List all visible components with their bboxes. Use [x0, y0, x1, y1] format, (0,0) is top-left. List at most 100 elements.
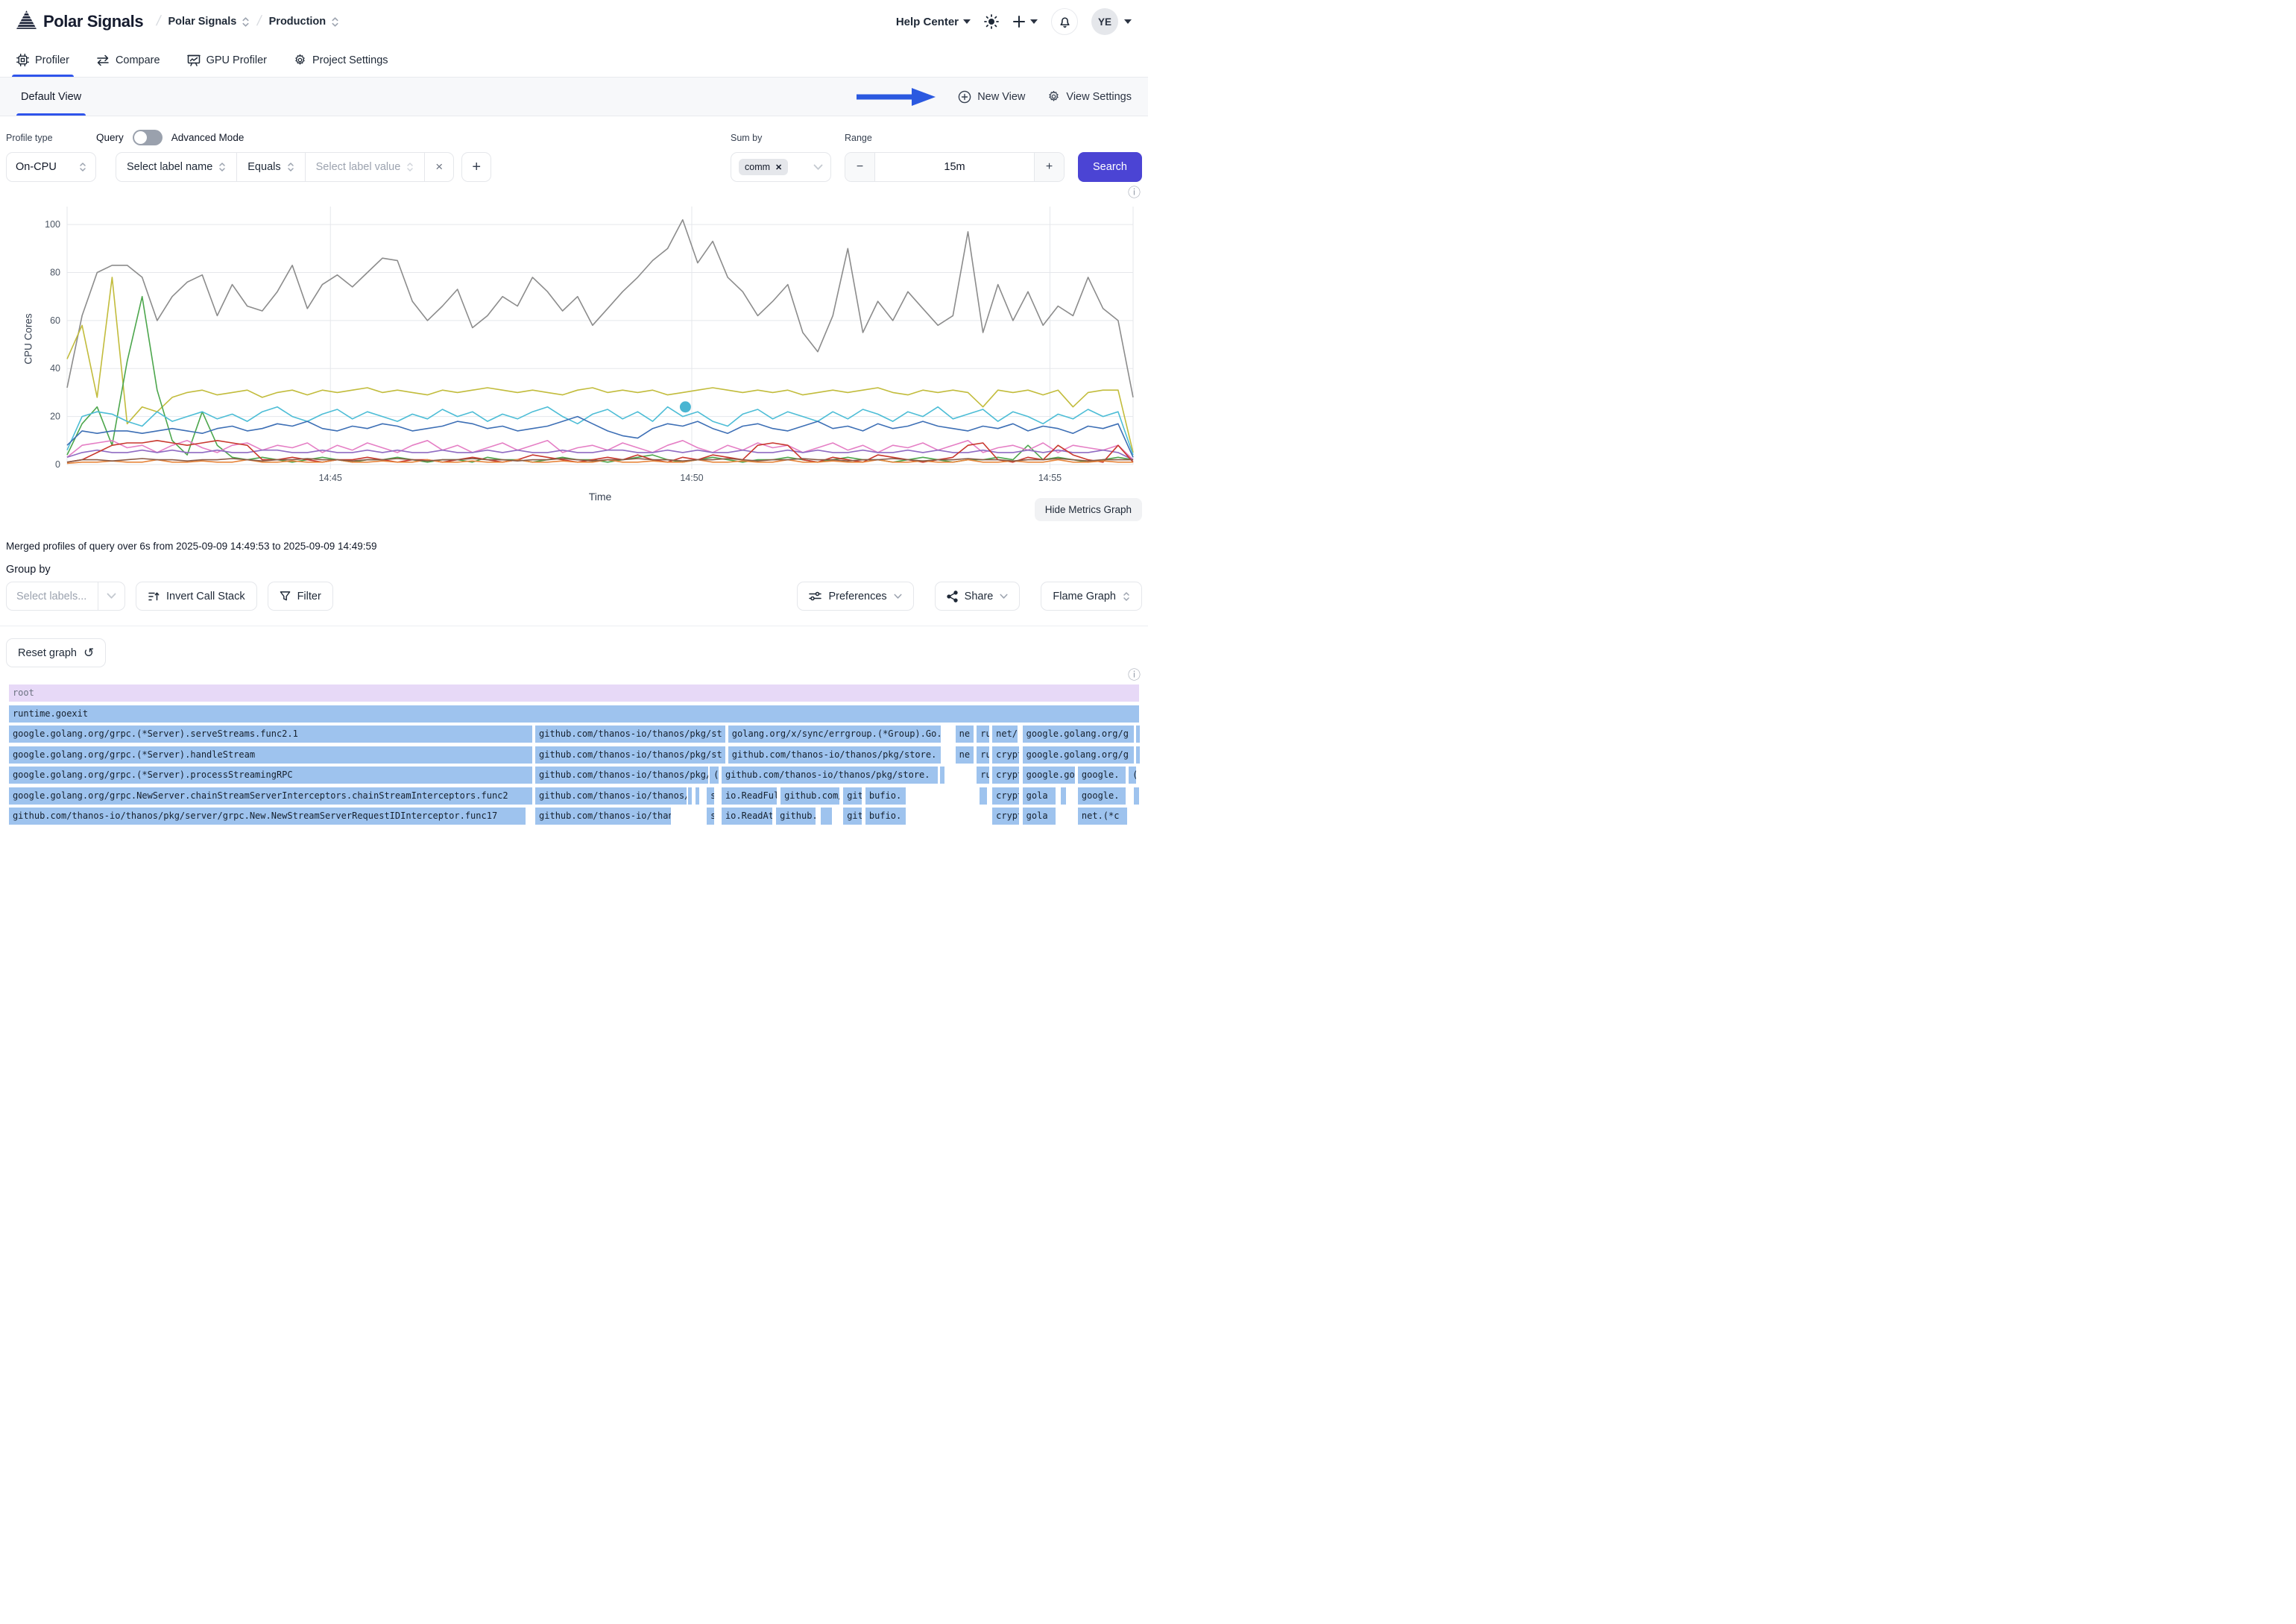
- flame-frame[interactable]: (: [1129, 767, 1136, 784]
- range-increase-button[interactable]: +: [1035, 153, 1064, 181]
- flame-frame[interactable]: github.com/thanos-io/thanos/pkg/server/g…: [9, 808, 526, 825]
- flame-frame[interactable]: ru: [977, 726, 989, 743]
- reset-graph-button[interactable]: Reset graph ↺: [6, 638, 106, 667]
- range-decrease-button[interactable]: −: [845, 153, 874, 181]
- label-name-select[interactable]: Select label name: [116, 153, 237, 181]
- flame-frame[interactable]: gola: [1023, 808, 1056, 825]
- flame-frame[interactable]: github.com/th: [780, 787, 839, 805]
- flame-frame[interactable]: google.: [1078, 787, 1126, 805]
- flame-frame[interactable]: github.com/thanos-io/thanos/pkg/store.: [722, 767, 938, 784]
- chip-close-icon[interactable]: ✕: [775, 163, 782, 172]
- flame-frame-sliver[interactable]: [696, 787, 699, 805]
- flame-frame[interactable]: ru: [977, 746, 989, 764]
- tab-compare[interactable]: Compare: [96, 43, 160, 77]
- clear-matcher-button[interactable]: ×: [425, 153, 453, 181]
- help-center-menu[interactable]: Help Center: [896, 16, 971, 28]
- flame-graph[interactable]: root runtime.goexit google.golang.org/grpc…: [6, 684, 1142, 825]
- info-icon[interactable]: ⓘ: [1128, 669, 1141, 682]
- flame-frame-sliver[interactable]: [688, 787, 692, 805]
- flame-frame[interactable]: github.com/thanos-io/thanos/p: [535, 787, 687, 805]
- theme-toggle-button[interactable]: [984, 14, 999, 29]
- flame-frame[interactable]: ne: [956, 746, 974, 764]
- range-value[interactable]: 15m: [874, 153, 1035, 181]
- chevron-down-icon: [894, 594, 902, 599]
- cpu-icon: [16, 54, 29, 66]
- notifications-button[interactable]: [1051, 8, 1078, 35]
- breadcrumb-org-selector[interactable]: Polar Signals: [168, 16, 250, 28]
- tab-default-view[interactable]: Default View: [16, 78, 86, 116]
- flame-frame-sliver[interactable]: [1061, 787, 1066, 805]
- flame-frame-sliver[interactable]: [821, 808, 832, 825]
- metrics-graph[interactable]: CPU Cores 02040608010014:4514:5014:55Tim…: [6, 202, 1142, 524]
- flame-frame[interactable]: google.golang.org/g: [1023, 726, 1135, 743]
- flame-frame[interactable]: google.golang.org/grpc.(*Server).serveSt…: [9, 726, 532, 743]
- advanced-mode-toggle[interactable]: [133, 130, 163, 145]
- flame-frame[interactable]: (: [710, 767, 719, 784]
- flame-frame[interactable]: google.golang.org/grpc.(*Server).process…: [9, 767, 532, 784]
- brand[interactable]: Polar Signals: [16, 10, 143, 33]
- hide-metrics-graph-button[interactable]: Hide Metrics Graph: [1035, 498, 1142, 521]
- flame-frame[interactable]: io.ReadAtLe: [722, 808, 772, 825]
- flame-frame[interactable]: root: [9, 684, 1139, 702]
- flame-frame[interactable]: google.go: [1023, 767, 1075, 784]
- flame-frame[interactable]: google.golang.org/grpc.NewServer.chainSt…: [9, 787, 532, 805]
- view-settings-button[interactable]: View Settings: [1047, 90, 1132, 103]
- flame-frame[interactable]: github.com/thanos-io/thanos/pkg/: [535, 767, 707, 784]
- tab-profiler[interactable]: Profiler: [16, 43, 69, 77]
- flame-frame-sliver[interactable]: [1136, 726, 1140, 743]
- flame-frame[interactable]: gola: [1023, 787, 1056, 805]
- flame-frame[interactable]: ne: [956, 726, 974, 743]
- sum-by-select[interactable]: comm ✕: [731, 152, 831, 182]
- flame-frame[interactable]: github.com/thanos-io/thanos/: [535, 808, 671, 825]
- flame-frame[interactable]: crypt: [992, 767, 1019, 784]
- flame-frame[interactable]: io.ReadFull: [722, 787, 777, 805]
- flame-frame[interactable]: google.: [1078, 767, 1126, 784]
- invert-call-stack-button[interactable]: Invert Call Stack: [136, 582, 257, 611]
- filter-button[interactable]: Filter: [268, 582, 333, 611]
- tab-gpu-profiler[interactable]: GPU Profiler: [187, 43, 267, 77]
- flame-frame-sliver[interactable]: [1136, 746, 1140, 764]
- flame-frame[interactable]: s: [707, 808, 714, 825]
- tab-project-settings[interactable]: Project Settings: [294, 43, 388, 77]
- profile-type-select[interactable]: On-CPU: [6, 152, 96, 182]
- search-button[interactable]: Search: [1078, 152, 1142, 182]
- flame-frame[interactable]: s: [707, 787, 714, 805]
- flame-frame[interactable]: bufio.: [865, 787, 906, 805]
- flame-frame[interactable]: bufio.: [865, 808, 906, 825]
- label-value-select[interactable]: Select label value: [306, 153, 426, 181]
- polar-signals-logo-icon: [16, 10, 37, 33]
- preferences-button[interactable]: Preferences: [797, 582, 913, 611]
- info-icon[interactable]: ⓘ: [1128, 186, 1141, 199]
- metrics-line-chart[interactable]: 02040608010014:4514:5014:55Time: [43, 202, 1139, 503]
- user-menu[interactable]: YE: [1091, 8, 1132, 35]
- flame-frame[interactable]: github.com/thanos-io/thanos/pkg/st: [535, 746, 725, 764]
- flame-row-6: github.com/thanos-io/thanos/pkg/server/g…: [6, 808, 1142, 825]
- flame-frame[interactable]: ru: [977, 767, 989, 784]
- flame-frame-sliver[interactable]: [940, 767, 944, 784]
- flame-frame[interactable]: crypt: [992, 787, 1019, 805]
- flame-frame[interactable]: github.com/thanos-io/thanos/pkg/st: [535, 726, 725, 743]
- add-matcher-button[interactable]: +: [461, 152, 491, 182]
- flame-frame[interactable]: git: [843, 808, 862, 825]
- operator-select[interactable]: Equals: [237, 153, 305, 181]
- flame-frame-sliver[interactable]: [1134, 787, 1139, 805]
- flame-frame[interactable]: google.golang.org/g: [1023, 746, 1135, 764]
- toggle-knob: [134, 131, 147, 144]
- new-view-button[interactable]: New View: [958, 90, 1025, 104]
- flame-frame[interactable]: net/h: [992, 726, 1018, 743]
- flame-frame[interactable]: crypt: [992, 746, 1019, 764]
- flame-frame[interactable]: net.(*c: [1078, 808, 1127, 825]
- flame-frame[interactable]: github.com/thanos-io/thanos/pkg/store.: [728, 746, 941, 764]
- flame-frame-sliver[interactable]: [980, 787, 987, 805]
- create-new-menu[interactable]: [1012, 15, 1038, 28]
- visualization-type-select[interactable]: Flame Graph: [1041, 582, 1142, 611]
- group-by-labels-select[interactable]: Select labels...: [6, 582, 125, 611]
- flame-frame[interactable]: crypt: [992, 808, 1019, 825]
- breadcrumb-project-selector[interactable]: Production: [269, 16, 340, 28]
- share-button[interactable]: Share: [935, 582, 1021, 611]
- flame-frame[interactable]: github.: [776, 808, 815, 825]
- flame-frame[interactable]: golang.org/x/sync/errgroup.(*Group).Go.: [728, 726, 941, 743]
- flame-frame[interactable]: google.golang.org/grpc.(*Server).handleS…: [9, 746, 532, 764]
- flame-frame[interactable]: runtime.goexit: [9, 705, 1139, 723]
- flame-frame[interactable]: git: [843, 787, 862, 805]
